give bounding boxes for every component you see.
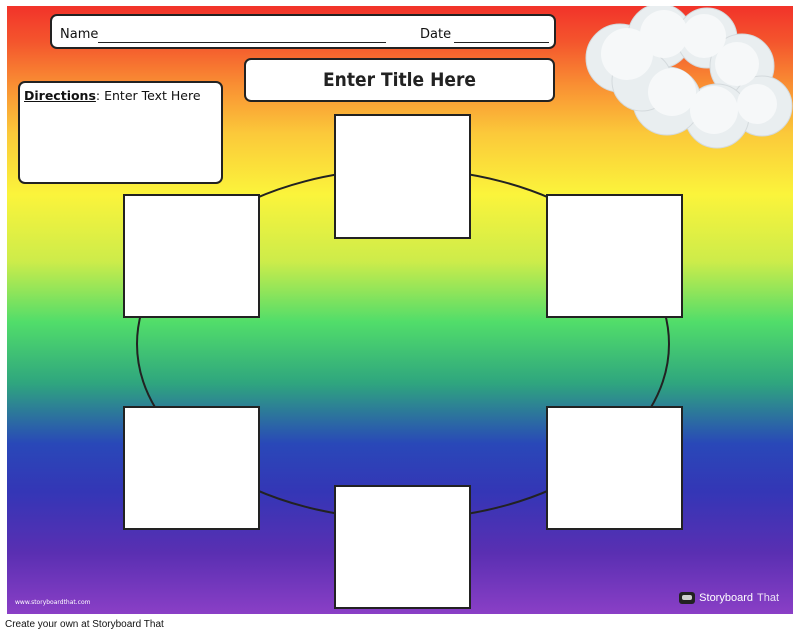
directions-box[interactable]: Directions: Enter Text Here <box>18 81 223 184</box>
frame-bottom[interactable] <box>334 485 471 609</box>
frame-upper-left[interactable] <box>123 194 260 318</box>
frame-top[interactable] <box>334 114 471 239</box>
date-label: Date <box>420 27 452 42</box>
title-box[interactable]: Enter Title Here <box>244 58 555 102</box>
storyboardthat-logo: Storyboard That <box>679 592 779 604</box>
frame-upper-right[interactable] <box>546 194 683 318</box>
date-field[interactable] <box>454 42 549 43</box>
logo-text-light: That <box>756 592 779 604</box>
logo-text-bold: Storyboard <box>699 592 753 604</box>
worksheet-canvas: Name Date Enter Title Here Directions: E… <box>7 6 793 614</box>
cloud-icon <box>585 6 793 149</box>
frame-lower-left[interactable] <box>123 406 260 530</box>
storyboardthat-logo-icon <box>679 592 696 604</box>
directions-label: Directions <box>24 88 96 103</box>
name-label: Name <box>60 27 99 42</box>
website-watermark: www.storyboardthat.com <box>15 599 91 606</box>
frame-lower-right[interactable] <box>546 406 683 530</box>
name-field[interactable] <box>98 42 386 43</box>
name-date-bar: Name Date <box>50 14 556 49</box>
create-your-own-caption[interactable]: Create your own at Storyboard That <box>5 619 164 630</box>
directions-text: : Enter Text Here <box>95 88 201 103</box>
